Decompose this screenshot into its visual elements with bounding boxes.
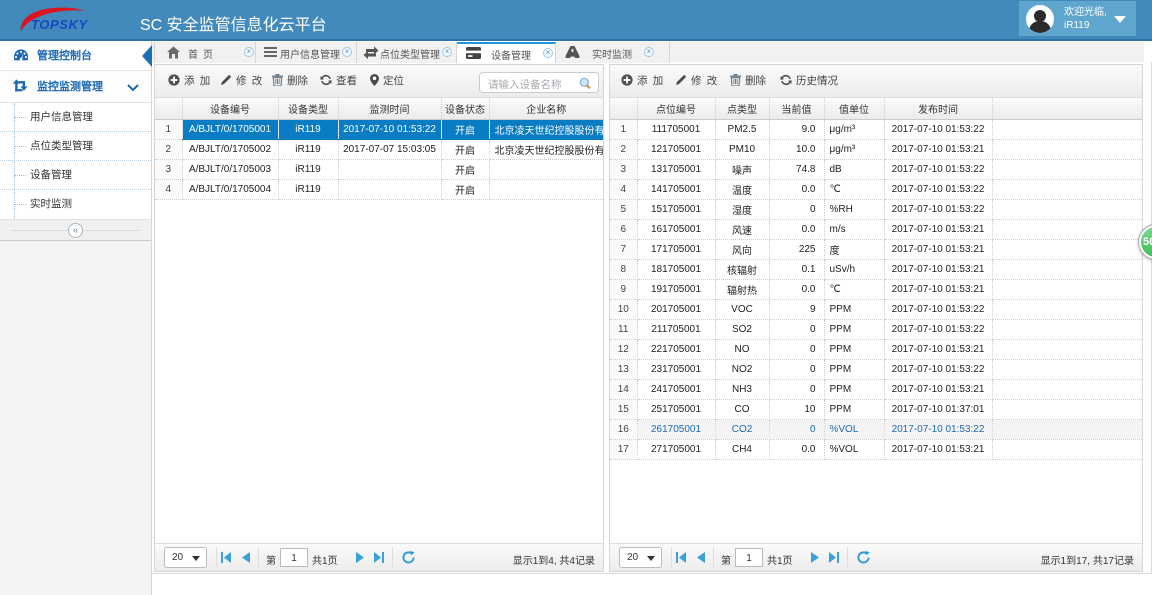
svg-text:TOPSKY: TOPSKY	[31, 17, 89, 32]
